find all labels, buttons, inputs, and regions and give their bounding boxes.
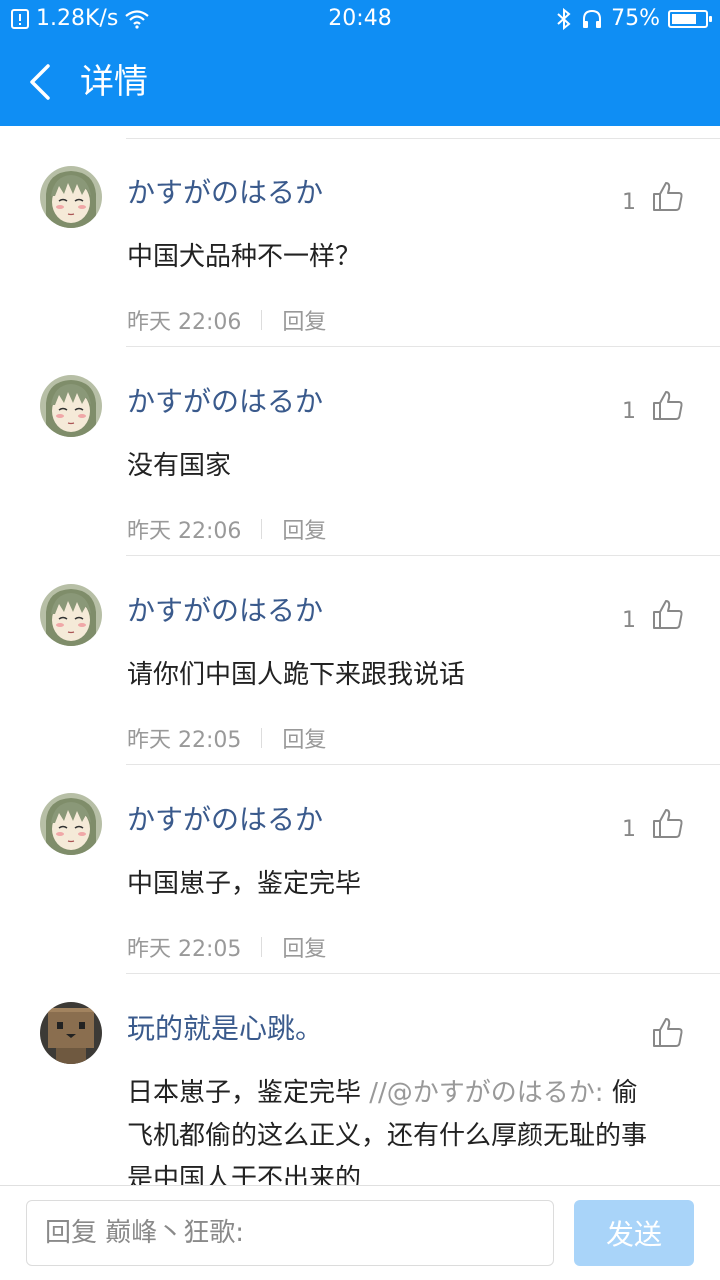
battery-percent: 75%	[611, 6, 660, 31]
avatar[interactable]	[40, 166, 102, 228]
like-count: 1	[622, 608, 636, 633]
comment-meta: 昨天 22:05 回复	[127, 722, 326, 754]
username[interactable]: かすがのはるか	[127, 594, 323, 628]
divider	[261, 310, 263, 330]
thumbs-up-icon[interactable]	[652, 1016, 684, 1048]
username[interactable]: かすがのはるか	[127, 803, 323, 837]
username[interactable]: かすがのはるか	[127, 176, 323, 210]
comment-text: 没有国家	[127, 451, 232, 481]
comment-main-text: 日本崽子，鉴定完毕	[127, 1078, 370, 1108]
battery-icon	[668, 9, 712, 28]
thumbs-up-icon[interactable]	[652, 389, 684, 421]
comment-item: かすがのはるか 1 中国崽子，鉴定完毕 昨天 22:05 回复	[0, 765, 720, 974]
thumbs-up-icon[interactable]	[652, 598, 684, 630]
thumbs-up-icon[interactable]	[652, 807, 684, 839]
like-count: 1	[622, 190, 636, 215]
reply-link[interactable]: 回复	[282, 722, 326, 754]
like-count: 1	[622, 399, 636, 424]
avatar[interactable]	[40, 375, 102, 437]
headset-icon	[583, 9, 602, 28]
timestamp: 昨天 22:06	[127, 310, 242, 335]
danbo-avatar-icon	[40, 1002, 102, 1064]
avatar[interactable]	[40, 584, 102, 646]
reply-input[interactable]	[26, 1200, 554, 1266]
comment-text: 中国崽子，鉴定完毕	[127, 869, 362, 899]
comment-meta: 昨天 22:05 回复	[127, 931, 326, 963]
like-count: 1	[622, 817, 636, 842]
comment-text: 日本崽子，鉴定完毕 //@かすがのはるか: 偷飞机都偷的这么正义，还有什么厚颜无…	[127, 1072, 662, 1185]
avatar[interactable]	[40, 1002, 102, 1064]
reply-bar: 发送	[0, 1185, 720, 1280]
anime-avatar-icon	[40, 584, 102, 646]
avatar[interactable]	[40, 793, 102, 855]
anime-avatar-icon	[40, 166, 102, 228]
reply-link[interactable]: 回复	[282, 931, 326, 963]
comment-item: かすがのはるか 1 中国犬品种不一样？ 昨天 22:06 回复	[0, 138, 720, 347]
comment-text: 中国犬品种不一样？	[127, 242, 362, 272]
anime-avatar-icon	[40, 793, 102, 855]
comment-item: 玩的就是心跳。 日本崽子，鉴定完毕 //@かすがのはるか: 偷飞机都偷的这么正义…	[0, 974, 720, 1185]
timestamp: 昨天 22:06	[127, 519, 242, 544]
thumbs-up-icon[interactable]	[652, 180, 684, 212]
anime-avatar-icon	[40, 375, 102, 437]
reply-link[interactable]: 回复	[282, 304, 326, 336]
comment-text: 请你们中国人跪下来跟我说话	[127, 660, 466, 690]
comment-item: かすがのはるか 1 请你们中国人跪下来跟我说话 昨天 22:05 回复	[0, 556, 720, 765]
comment-meta: 昨天 22:06 回复	[127, 513, 326, 545]
comment-item: かすがのはるか 1 没有国家 昨天 22:06 回复	[0, 347, 720, 556]
status-bar: 1.28K/s 20:48 75%	[0, 0, 720, 38]
username[interactable]: 玩的就是心跳。	[127, 1012, 323, 1046]
username[interactable]: かすがのはるか	[127, 385, 323, 419]
battery-level	[672, 13, 696, 24]
divider	[261, 519, 263, 539]
timestamp: 昨天 22:05	[127, 728, 242, 753]
comment-meta: 昨天 22:06 回复	[127, 304, 326, 336]
divider	[261, 728, 263, 748]
bluetooth-icon	[557, 7, 571, 30]
quoted-author[interactable]: //@かすがのはるか:	[369, 1078, 603, 1108]
title-bar: 详情	[0, 38, 720, 126]
divider	[261, 937, 263, 957]
timestamp: 昨天 22:05	[127, 937, 242, 962]
back-arrow-icon[interactable]	[24, 60, 60, 104]
reply-link[interactable]: 回复	[282, 513, 326, 545]
page-title: 详情	[80, 62, 148, 102]
send-button[interactable]: 发送	[574, 1200, 694, 1266]
comment-list[interactable]: かすがのはるか 1 中国犬品种不一样？ 昨天 22:06 回复 かすがのはるか …	[0, 126, 720, 1185]
